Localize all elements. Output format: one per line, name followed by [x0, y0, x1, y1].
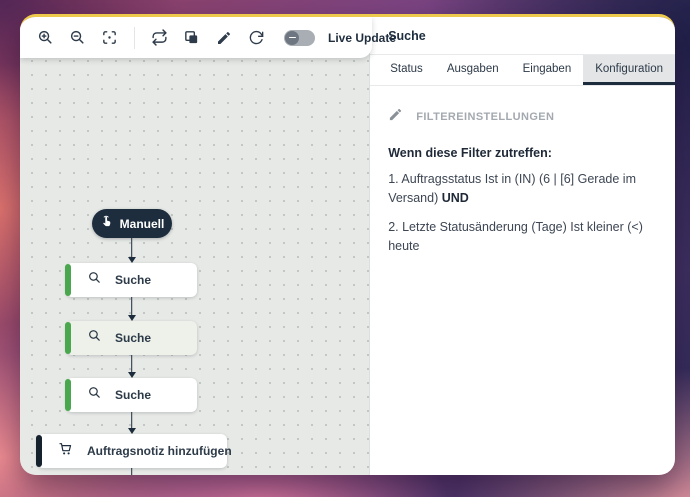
filter-section-header: FILTEREINSTELLUNGEN	[388, 107, 657, 127]
workflow-canvas[interactable]: Live Update Manuell Suche	[20, 17, 369, 475]
refresh-icon	[248, 30, 264, 46]
panel-tabs: Status Ausgaben Eingaben Konfiguration	[370, 55, 675, 86]
zoom-out-icon	[69, 29, 86, 46]
node-accent-bar	[65, 322, 71, 354]
node-label: Manuell	[120, 217, 165, 231]
workflow-editor-window: Live Update Manuell Suche	[20, 14, 675, 475]
repeat-icon	[151, 29, 168, 46]
live-update-toggle[interactable]	[284, 30, 315, 46]
cart-icon	[58, 441, 74, 462]
node-suche-3[interactable]: Suche	[66, 378, 197, 412]
edit-button[interactable]	[210, 24, 237, 51]
node-suche-1[interactable]: Suche	[66, 263, 197, 297]
node-suche-2-selected[interactable]: Suche	[66, 321, 197, 355]
tab-eingaben[interactable]: Eingaben	[511, 55, 584, 85]
node-accent-bar	[36, 435, 42, 467]
connector-arrow	[127, 297, 137, 321]
node-accent-bar	[65, 379, 71, 411]
connector-line	[127, 468, 137, 475]
live-update-label: Live Update	[328, 31, 396, 45]
search-icon	[87, 270, 102, 290]
filter-rule-text: 1. Auftragsstatus Ist in (IN) (6 | [6] G…	[388, 172, 636, 205]
zoom-out-button[interactable]	[64, 24, 91, 51]
toggle-knob	[285, 31, 299, 45]
connector-arrow	[127, 412, 137, 434]
node-label: Auftragsnotiz hinzufügen	[87, 444, 232, 458]
toolbar-divider	[134, 27, 135, 49]
search-icon	[87, 328, 102, 348]
filter-rule-1: 1. Auftragsstatus Ist in (IN) (6 | [6] G…	[388, 170, 657, 209]
tab-ausgaben[interactable]: Ausgaben	[435, 55, 511, 85]
node-trigger-manuell[interactable]: Manuell	[92, 209, 172, 238]
search-icon	[87, 385, 102, 405]
node-label: Suche	[115, 273, 151, 287]
tab-status[interactable]: Status	[378, 55, 435, 85]
config-panel: Suche Status Ausgaben Eingaben Konfigura…	[369, 17, 675, 475]
node-label: Suche	[115, 331, 151, 345]
pencil-icon	[388, 107, 403, 127]
filter-rule-text: 2. Letzte Statusänderung (Tage) Ist klei…	[388, 220, 643, 253]
zoom-in-icon	[37, 29, 54, 46]
tab-konfiguration[interactable]: Konfiguration	[583, 55, 675, 85]
node-accent-bar	[65, 264, 71, 296]
copy-icon	[183, 29, 200, 46]
canvas-toolbar: Live Update	[20, 17, 372, 58]
fit-view-icon	[101, 29, 118, 46]
panel-header: Suche	[370, 17, 675, 55]
filter-section-title: FILTEREINSTELLUNGEN	[416, 111, 554, 123]
connector-arrow	[127, 238, 137, 263]
copy-button[interactable]	[178, 24, 205, 51]
hand-tap-icon	[100, 214, 114, 233]
connector-arrow	[127, 355, 137, 378]
refresh-button[interactable]	[242, 24, 269, 51]
pencil-icon	[216, 30, 232, 46]
zoom-in-button[interactable]	[32, 24, 59, 51]
repeat-button[interactable]	[146, 24, 173, 51]
filter-rule-operator: UND	[442, 191, 469, 205]
node-auftragsnotiz[interactable]: Auftragsnotiz hinzufügen	[37, 434, 227, 468]
panel-content: FILTEREINSTELLUNGEN Wenn diese Filter zu…	[370, 86, 675, 266]
filter-rule-2: 2. Letzte Statusänderung (Tage) Ist klei…	[388, 218, 657, 257]
fit-view-button[interactable]	[96, 24, 123, 51]
filter-intro: Wenn diese Filter zutreffen:	[388, 146, 657, 160]
node-label: Suche	[115, 388, 151, 402]
